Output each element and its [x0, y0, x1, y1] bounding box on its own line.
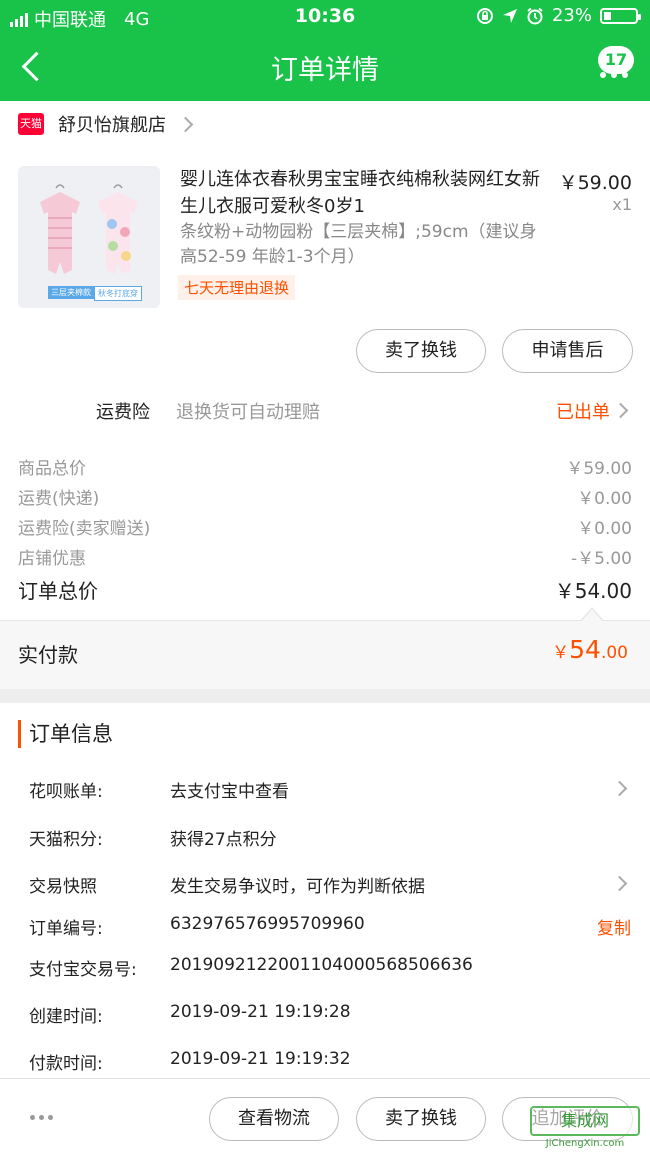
product-image[interactable]: 三层夹棉款 秋冬打底穿 — [18, 166, 160, 308]
cost-value: -￥5.00 — [571, 549, 632, 569]
watermark-logo: 集成网 JiChengXin.com — [530, 1106, 640, 1150]
info-value: 发生交易争议时，可作为判断依据 — [170, 877, 425, 897]
sell-button[interactable]: 卖了换钱 — [356, 1097, 486, 1141]
paid-label: 实付款 — [18, 643, 78, 667]
product-title[interactable]: 婴儿连体衣春秋男宝宝睡衣纯棉秋装网红女新生儿衣服可爱秋冬0岁1 — [180, 166, 540, 220]
paid-decimal: .00 — [600, 643, 628, 663]
paid-currency: ￥ — [552, 643, 570, 663]
location-icon — [502, 8, 517, 23]
more-menu-button[interactable]: 17 — [598, 46, 634, 80]
status-bar: 中国联通 4G 10:36 23% — [0, 0, 650, 34]
cost-row: 店铺优惠 -￥5.00 — [18, 544, 632, 569]
image-tag: 三层夹棉款 — [48, 286, 94, 299]
info-value: 去支付宝中查看 — [170, 782, 289, 802]
message-badge: 17 — [598, 46, 634, 74]
sell-button[interactable]: 卖了换钱 — [356, 329, 486, 373]
info-label: 创建时间: — [29, 1007, 103, 1027]
pointer-notch-fill — [581, 609, 603, 622]
rotation-lock-icon — [476, 7, 493, 24]
paid-amount: ￥54.00 — [552, 635, 628, 664]
order-number: 632976576995709960 — [170, 914, 365, 934]
view-logistics-button[interactable]: 查看物流 — [209, 1097, 339, 1141]
after-sale-button[interactable]: 申请售后 — [502, 329, 633, 373]
cost-label: 商品总价 — [18, 459, 86, 479]
order-total-label: 订单总价 — [18, 579, 98, 603]
cost-row: 运费险(卖家赠送) ￥0.00 — [18, 514, 632, 539]
info-label: 支付宝交易号: — [29, 960, 137, 980]
info-value: 2019-09-21 19:19:28 — [170, 1002, 351, 1022]
battery-icon — [600, 7, 641, 24]
paid-integer: 54 — [569, 635, 601, 664]
chevron-right-icon — [612, 402, 629, 419]
info-value: 获得27点积分 — [170, 830, 277, 850]
watermark-text: 集成网 — [530, 1106, 640, 1136]
header: 中国联通 4G 10:36 23% 订单详情 17 — [0, 0, 650, 101]
nav-bar: 订单详情 17 — [0, 34, 650, 101]
return-policy-tag: 七天无理由退换 — [178, 275, 296, 300]
order-total-row: 订单总价 ￥54.00 — [18, 575, 632, 604]
info-label: 天猫积分: — [29, 830, 103, 850]
info-value: 2019-09-21 19:19:32 — [170, 1049, 351, 1069]
alarm-icon — [527, 7, 543, 24]
battery-level — [604, 11, 611, 20]
cost-row: 运费(快递) ￥0.00 — [18, 484, 632, 509]
cost-label: 店铺优惠 — [18, 549, 86, 569]
chevron-right-icon — [611, 780, 628, 797]
insurance-status: 已出单 — [556, 402, 610, 423]
info-label: 订单编号: — [29, 919, 103, 939]
battery-percent: 23% — [551, 5, 592, 26]
info-label: 付款时间: — [29, 1054, 103, 1074]
product-spec: 条纹粉+动物园粉【三层夹棉】;59cm（建议身高52-59 年龄1-3个月） — [180, 222, 537, 267]
product-quantity: x1 — [612, 195, 632, 214]
info-label: 交易快照 — [29, 877, 97, 897]
info-value: 2019092122001104000568506636 — [170, 955, 473, 975]
shop-link[interactable]: 天猫 舒贝怡旗舰店 — [0, 101, 650, 147]
insurance-desc: 退换货可自动理赔 — [176, 402, 320, 423]
cost-value: ￥0.00 — [577, 489, 632, 509]
page-title: 订单详情 — [271, 55, 379, 86]
cost-value: ￥59.00 — [566, 459, 632, 479]
cost-label: 运费(快递) — [18, 489, 100, 509]
info-label: 花呗账单: — [29, 782, 103, 802]
tmall-logo: 天猫 — [18, 113, 44, 135]
copy-button[interactable]: 复制 — [597, 914, 631, 939]
cost-label: 运费险(卖家赠送) — [18, 519, 151, 539]
insurance-label: 运费险 — [96, 402, 150, 423]
watermark-url: JiChengXin.com — [545, 1138, 625, 1149]
order-total-value: ￥54.00 — [554, 579, 632, 603]
section-gap — [0, 689, 650, 703]
chevron-right-icon — [177, 116, 194, 132]
image-tag: 秋冬打底穿 — [94, 286, 142, 301]
cost-value: ￥0.00 — [577, 519, 632, 539]
cost-row: 商品总价 ￥59.00 — [18, 454, 632, 479]
freight-insurance-row[interactable]: 运费险 退换货可自动理赔 已出单 — [0, 390, 650, 430]
shop-name: 舒贝怡旗舰店 — [58, 115, 166, 136]
paid-row: 实付款 ￥54.00 — [0, 621, 650, 689]
more-actions-button[interactable] — [30, 1115, 53, 1120]
order-info-title: 订单信息 — [18, 720, 113, 748]
product-price: ￥59.00 — [558, 172, 632, 194]
chevron-right-icon — [611, 875, 628, 892]
